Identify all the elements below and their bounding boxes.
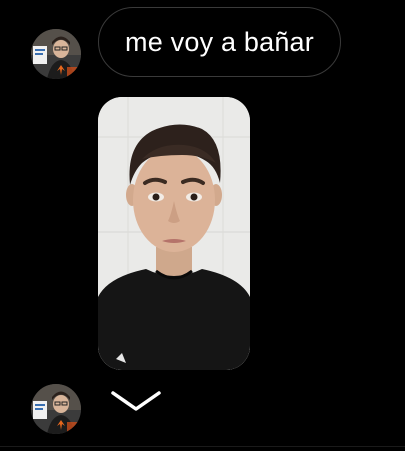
photo-message[interactable] bbox=[98, 97, 250, 370]
chevron-down-icon[interactable] bbox=[110, 389, 162, 415]
chat-thread: me voy a bañar bbox=[0, 0, 405, 451]
message-text: me voy a bañar bbox=[125, 26, 314, 57]
sender-avatar[interactable] bbox=[31, 29, 81, 79]
divider bbox=[0, 446, 405, 447]
sender-avatar[interactable] bbox=[31, 384, 81, 434]
message-bubble[interactable]: me voy a bañar bbox=[98, 7, 341, 77]
